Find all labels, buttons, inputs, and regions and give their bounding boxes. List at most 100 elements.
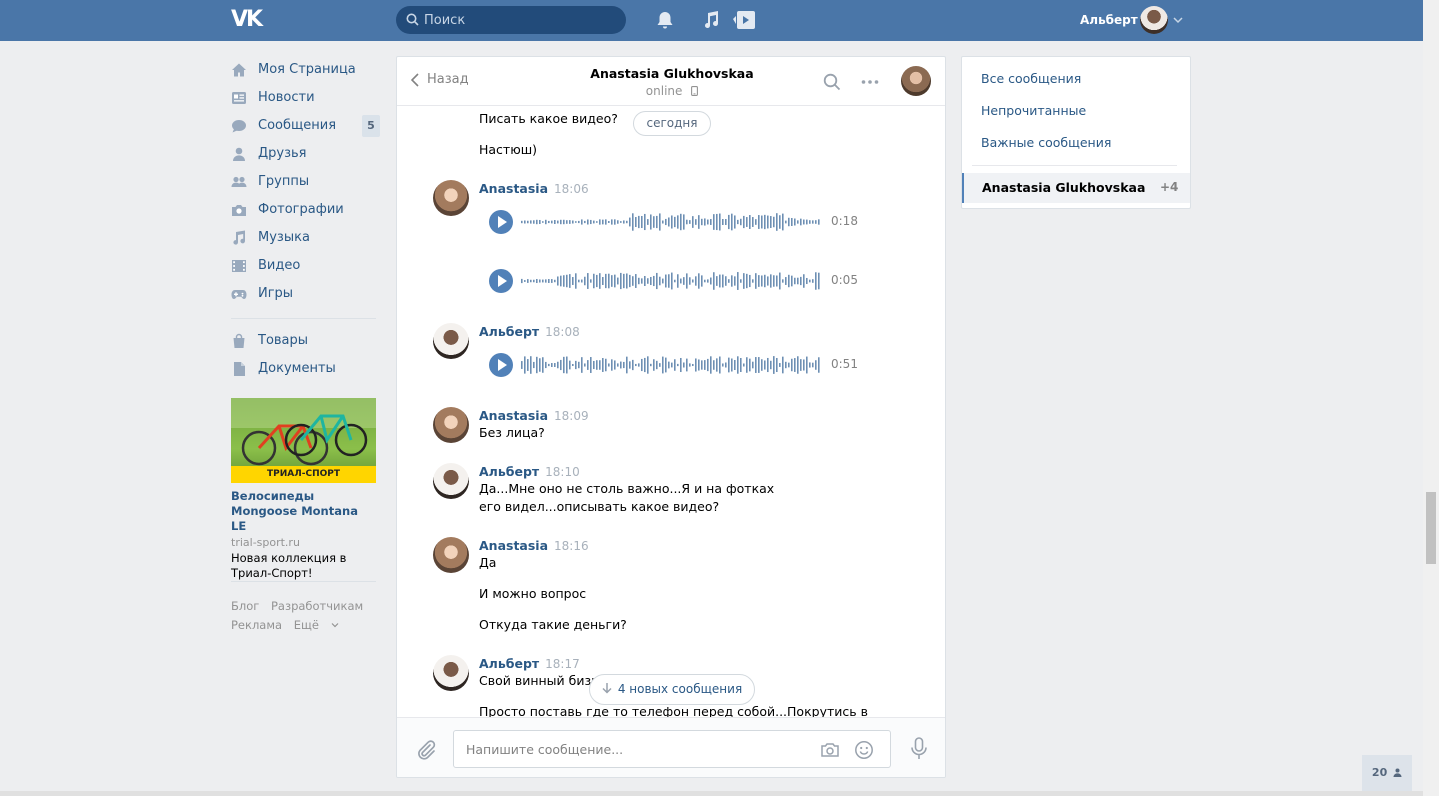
message-time: 18:06 [554,182,589,196]
nav-item-friends[interactable]: Друзья [231,140,381,168]
author-name[interactable]: Альберт [479,656,539,671]
page-scrollbar[interactable] [1423,0,1439,796]
play-button[interactable] [489,353,513,377]
nav-item-messages[interactable]: Сообщения 5 [231,112,381,140]
message-author[interactable]: Anastasia 18:09 [479,408,589,423]
message-author[interactable]: Альберт 18:08 [479,324,580,339]
message-author[interactable]: Альберт 18:17 [479,656,580,671]
bell-icon[interactable] [654,10,676,30]
nav-item-music[interactable]: Музыка [231,224,381,252]
nav-label: Игры [258,286,294,301]
gamepad-icon [231,290,247,299]
message-author[interactable]: Anastasia 18:16 [479,538,589,553]
author-name[interactable]: Anastasia [479,181,548,196]
play-button[interactable] [489,269,513,293]
message-author[interactable]: Альберт 18:10 [479,464,580,479]
news-icon [232,92,246,104]
footer-link-ads[interactable]: Реклама [231,618,282,632]
groups-icon [231,176,247,187]
nav-item-my-page[interactable]: Моя Страница [231,56,381,84]
chevron-down-icon[interactable] [1172,14,1184,26]
nav-label: Фотографии [258,202,344,217]
footer-link-developers[interactable]: Разработчикам [271,599,363,613]
waveform[interactable] [521,210,821,234]
message-author[interactable]: Anastasia 18:06 [479,181,589,196]
arrow-down-icon [602,683,612,694]
mobile-phone-icon [691,86,699,96]
avatar[interactable] [433,537,469,573]
filter-unread[interactable]: Непрочитанные [981,103,1086,118]
chevron-down-icon [331,623,339,628]
search-icon[interactable] [823,73,841,91]
author-name[interactable]: Альберт [479,464,539,479]
footer-link-more-label: Ещё [293,618,319,632]
active-dialog-item[interactable]: Anastasia Glukhovskaa +4 [962,173,1190,203]
ad-image-bicycles[interactable]: ТРИАЛ-СПОРТ [231,398,376,483]
emoji-icon[interactable] [854,740,874,760]
more-options-icon[interactable] [861,73,879,91]
waveform[interactable] [521,353,821,377]
nav-item-documents[interactable]: Документы [231,355,381,383]
online-friends-counter[interactable]: 20 [1362,755,1412,791]
avatar[interactable] [433,323,469,359]
nav-label: Сообщения [258,118,337,133]
camera-icon[interactable] [820,740,840,760]
new-messages-button[interactable]: 4 новых сообщения [589,674,755,705]
nav-item-news[interactable]: Новости [231,84,381,112]
avatar[interactable] [433,407,469,443]
avatar[interactable] [433,655,469,691]
chat-peer-avatar[interactable] [901,66,931,96]
author-name[interactable]: Anastasia [479,538,548,553]
avatar[interactable] [433,180,469,216]
avatar[interactable] [433,463,469,499]
header-user-name[interactable]: Альберт [1080,10,1138,30]
messages-count-badge: 5 [362,115,380,137]
message-time: 18:17 [545,657,580,671]
voice-message: 0:18 [489,210,869,234]
date-separator: сегодня [633,111,711,136]
person-icon [1393,768,1402,777]
nav-label: Новости [258,90,315,105]
home-icon [232,63,246,77]
author-name[interactable]: Альберт [479,324,539,339]
message-input[interactable] [466,731,806,767]
nav-label: Моя Страница [258,62,356,77]
ad-title[interactable]: Велосипеды Mongoose Montana LE [231,489,376,534]
nav-item-groups[interactable]: Группы [231,168,381,196]
search-input[interactable] [424,6,614,34]
play-video-icon[interactable] [733,10,755,30]
filter-important[interactable]: Важные сообщения [981,135,1111,150]
header-avatar[interactable] [1140,6,1168,34]
scrollbar-thumb[interactable] [1426,492,1436,564]
sidebar-ad[interactable]: ТРИАЛ-СПОРТ Велосипеды Mongoose Montana … [231,398,376,581]
ad-domain[interactable]: trial-sport.ru [231,534,376,551]
footer-link-more[interactable]: Ещё [294,618,339,632]
microphone-icon[interactable] [909,737,929,761]
filter-all-messages[interactable]: Все сообщения [981,71,1081,86]
left-nav: Моя Страница Новости Сообщения 5 Друзья … [231,56,381,383]
nav-label: Видео [258,258,301,273]
music-note-icon[interactable] [700,10,722,30]
search-icon [406,13,419,26]
waveform[interactable] [521,269,821,293]
message-history[interactable]: Писать какое видео? сегодня Настюш) Anas… [397,107,945,717]
video-icon [232,260,246,272]
nav-label: Музыка [258,230,310,245]
footer-link-blog[interactable]: Блог [231,599,259,613]
nav-label: Товары [258,333,309,348]
message-input-box[interactable] [453,730,891,768]
nav-item-goods[interactable]: Товары [231,327,381,355]
nav-item-photos[interactable]: Фотографии [231,196,381,224]
author-name[interactable]: Anastasia [479,408,548,423]
message-text: Да [479,555,497,570]
nav-item-games[interactable]: Игры [231,280,381,308]
vk-logo[interactable]: VK [231,9,265,31]
message-text: Да...Мне оно не столь важно...Я и на фот… [479,481,775,514]
search-box[interactable] [396,6,626,34]
play-button[interactable] [489,210,513,234]
nav-item-video[interactable]: Видео [231,252,381,280]
online-count-value: 20 [1371,766,1388,779]
paperclip-icon[interactable] [415,739,437,761]
message-composer [397,717,945,777]
document-icon [234,362,245,376]
